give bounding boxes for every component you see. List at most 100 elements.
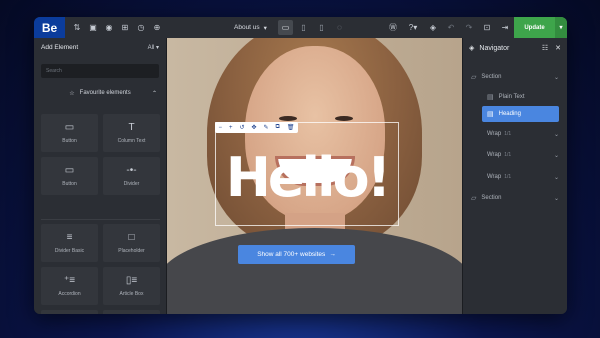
navigator-item[interactable]: Wrap 1/1 ⌄ xyxy=(463,126,567,142)
chevron-down-icon: ▾ xyxy=(263,24,267,32)
filter-label: All xyxy=(147,44,155,51)
panel-title: Add Element xyxy=(41,43,79,51)
favourites-header[interactable]: ☆ Favourite elements ⌃ xyxy=(34,85,166,101)
hide-icon[interactable]: ◌ xyxy=(332,20,347,35)
navigator-item-label: Wrap xyxy=(487,152,502,158)
mobile-icon[interactable]: ▯ xyxy=(314,20,329,35)
page-canvas[interactable]: − + ↺ ✥ ✎ ⧉ 🗑 Hello! Show all 700+ websites → xyxy=(167,38,462,314)
wordpress-icon[interactable]: Ⓦ xyxy=(385,17,401,38)
navigator-item[interactable]: ▤ Plain Text xyxy=(463,89,567,105)
heading-icon: ▤ xyxy=(487,111,494,118)
navigator-item-label: Heading xyxy=(498,111,521,117)
accordion-icon: ⁺≡ xyxy=(63,275,76,286)
navigator-item-label: Section xyxy=(481,74,502,80)
add-element-header: Add Element All ▾ xyxy=(34,38,166,56)
layers-icon: ◈ xyxy=(469,45,475,52)
page-select-label: About us xyxy=(234,24,260,31)
navigator-item[interactable]: ▱ Section ⌄ xyxy=(463,69,567,85)
layout-icon[interactable]: ▣ xyxy=(85,17,101,38)
toolbar-right: Ⓦ ? ▾ ◈ ↶ ↷ ⊡ ⇥ xyxy=(385,17,513,38)
arrow-right-icon: → xyxy=(329,251,336,258)
text-T-icon: T xyxy=(128,122,135,133)
hero-photo-shirt xyxy=(167,228,462,314)
betheme-logo[interactable]: Be xyxy=(34,17,65,38)
text-icon: ▤ xyxy=(487,94,494,101)
desktop-icon[interactable]: ▭ xyxy=(278,20,293,35)
show-websites-button[interactable]: Show all 700+ websites → xyxy=(238,245,355,264)
redo-icon[interactable]: ↷ xyxy=(461,17,477,38)
chevron-down-icon[interactable]: ⌄ xyxy=(554,131,559,138)
device-switcher: ▭ ▯ ▯ ◌ xyxy=(278,20,347,35)
element-tile[interactable]: ≡ Divider Basic xyxy=(41,224,98,262)
update-label: Update xyxy=(524,24,545,31)
settings-icon[interactable]: ◉ xyxy=(101,17,117,38)
navigator-item[interactable]: Wrap 1/1 ⌄ xyxy=(463,169,567,185)
heading-element[interactable]: Hello! xyxy=(215,129,399,226)
element-tile[interactable]: ▭ Button xyxy=(41,114,98,152)
update-button[interactable]: Update ▾ xyxy=(514,17,567,38)
layers-icon[interactable]: ◈ xyxy=(425,17,441,38)
element-tile-label: Button xyxy=(62,181,77,187)
element-tile[interactable]: ▯≡ Article Box xyxy=(103,267,160,305)
navigator-header: ◈ Navigator ☷ ✕ xyxy=(463,38,567,58)
button-icon: ▭ xyxy=(64,122,75,133)
help-icon[interactable]: ? ▾ xyxy=(403,17,423,38)
top-toolbar: Be ⇅ ▣ ◉ ⊞ ◷ ⊕ About us ▾ ▭ ▯ ▯ ◌ Ⓦ ? ▾ ◈… xyxy=(34,17,567,38)
element-tile-label: Button xyxy=(62,138,77,144)
element-tile-label: Column Text xyxy=(117,138,146,144)
divider xyxy=(41,219,160,220)
navigator-item[interactable]: ▱ Section ⌄ xyxy=(463,190,567,206)
exit-icon[interactable]: ⇥ xyxy=(497,17,513,38)
undo-icon[interactable]: ↶ xyxy=(443,17,459,38)
placeholder-icon: □ xyxy=(128,232,135,243)
hero-photo-eye xyxy=(279,116,297,121)
divider-basic-icon: ≡ xyxy=(66,232,73,243)
chevron-down-icon[interactable]: ⌄ xyxy=(554,174,559,181)
navigator-title: Navigator xyxy=(479,44,510,52)
tablet-icon[interactable]: ▯ xyxy=(296,20,311,35)
filter-select[interactable]: All ▾ xyxy=(148,44,159,51)
navigator-item-label: Wrap xyxy=(487,131,502,137)
builder-window: Be ⇅ ▣ ◉ ⊞ ◷ ⊕ About us ▾ ▭ ▯ ▯ ◌ Ⓦ ? ▾ ◈… xyxy=(34,17,567,314)
update-dropdown-icon[interactable]: ▾ xyxy=(555,17,567,38)
element-tile[interactable]: -•- Divider xyxy=(103,157,160,195)
element-tile-label: Divider xyxy=(123,181,140,187)
add-icon[interactable]: ⊕ xyxy=(149,17,165,38)
button-icon: ▭ xyxy=(64,165,75,176)
elements-grid: ≡ Divider Basic □ Placeholder ⁺≡ Accordion ▯≡ A… xyxy=(41,224,160,314)
favourites-grid: ▭ Button T Column Text ▭ Button -•- Divider xyxy=(41,114,160,195)
sort-icon[interactable]: ⇅ xyxy=(69,17,85,38)
element-tile[interactable]: T Column Text xyxy=(103,114,160,152)
element-tile[interactable]: □ Placeholder xyxy=(103,224,160,262)
element-tile-label: Divider Basic xyxy=(54,248,85,254)
element-tile[interactable]: ▭ Button xyxy=(41,157,98,195)
add-element-panel: Add Element All ▾ Search ☆ Favourite ele… xyxy=(34,38,167,314)
column-size-badge: 1/1 xyxy=(504,174,512,180)
folder-icon: ▱ xyxy=(471,195,477,202)
close-icon[interactable]: ✕ xyxy=(555,44,561,52)
help-chevron-icon: ▾ xyxy=(413,23,418,32)
star-icon: ☆ xyxy=(69,90,75,97)
chevron-down-icon[interactable]: ⌄ xyxy=(554,195,559,202)
element-tile[interactable]: ⊞Before After xyxy=(41,310,98,314)
table-icon[interactable]: ⊞ xyxy=(117,17,133,38)
folder-icon: ▱ xyxy=(471,74,477,81)
navigator-item-label: Section xyxy=(481,195,502,201)
chevron-down-icon[interactable]: ⌄ xyxy=(554,152,559,159)
list-icon[interactable]: ☷ xyxy=(542,44,548,52)
history-icon[interactable]: ◷ xyxy=(133,17,149,38)
search-input[interactable]: Search xyxy=(41,64,159,78)
column-size-badge: 1/1 xyxy=(504,152,512,158)
page-select[interactable]: About us ▾ xyxy=(234,17,267,38)
chevron-down-icon[interactable]: ⌄ xyxy=(554,74,559,81)
cta-label: Show all 700+ websites xyxy=(257,251,326,258)
element-tile[interactable]: ⁺≡ Accordion xyxy=(41,267,98,305)
element-tile[interactable]: 99Blockquote xyxy=(103,310,160,314)
navigator-item[interactable]: Wrap 1/1 ⌄ xyxy=(463,147,567,163)
hero-photo-eye xyxy=(335,116,353,121)
element-tile-label: Placeholder xyxy=(118,248,145,254)
element-tile-label: Accordion xyxy=(58,291,81,297)
preview-icon[interactable]: ⊡ xyxy=(479,17,495,38)
element-tile-label: Article Box xyxy=(119,291,144,297)
navigator-item[interactable]: ▤ Heading xyxy=(482,106,559,122)
